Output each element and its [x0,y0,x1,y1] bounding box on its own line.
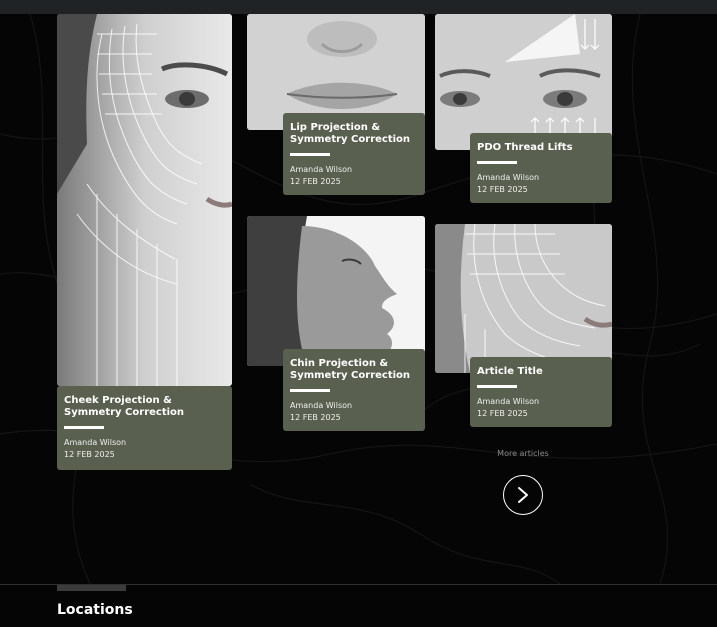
title-underline [477,385,517,388]
article-date: 12 FEB 2025 [290,413,341,422]
article-card-chin[interactable]: Chin Projection & Symmetry Correction Am… [283,349,425,431]
article-card-generic[interactable]: Article Title Amanda Wilson 12 FEB 2025 [470,357,612,427]
more-articles-label[interactable]: More articles [473,449,573,458]
article-image-generic[interactable] [435,224,612,373]
footer-tab-indicator [57,585,126,591]
article-author: Amanda Wilson [64,438,127,447]
article-date: 12 FEB 2025 [290,177,341,186]
article-author: Amanda Wilson [477,173,540,182]
article-title[interactable]: Article Title [477,366,605,378]
title-underline [477,161,517,164]
article-author: Amanda Wilson [290,165,353,174]
title-underline [290,389,330,392]
top-bar [0,0,717,14]
article-author: Amanda Wilson [477,397,540,406]
article-card-cheek[interactable]: Cheek Projection & Symmetry Correction A… [57,386,232,470]
article-title[interactable]: PDO Thread Lifts [477,142,605,154]
article-title[interactable]: Chin Projection & Symmetry Correction [290,358,418,382]
title-underline [64,426,104,429]
more-articles-button[interactable] [503,475,543,515]
article-author: Amanda Wilson [290,401,353,410]
title-underline [290,153,330,156]
article-card-lip[interactable]: Lip Projection & Symmetry Correction Ama… [283,113,425,195]
article-date: 12 FEB 2025 [64,450,115,459]
article-card-pdo[interactable]: PDO Thread Lifts Amanda Wilson 12 FEB 20… [470,133,612,203]
article-image-pdo[interactable] [435,14,612,150]
article-title[interactable]: Cheek Projection & Symmetry Correction [64,395,225,419]
article-image-cheek[interactable] [57,14,232,386]
article-image-chin[interactable] [247,216,425,366]
article-title[interactable]: Lip Projection & Symmetry Correction [290,122,418,146]
article-date: 12 FEB 2025 [477,185,528,194]
locations-heading[interactable]: Locations [57,602,133,618]
article-date: 12 FEB 2025 [477,409,528,418]
chevron-right-icon [518,487,528,503]
